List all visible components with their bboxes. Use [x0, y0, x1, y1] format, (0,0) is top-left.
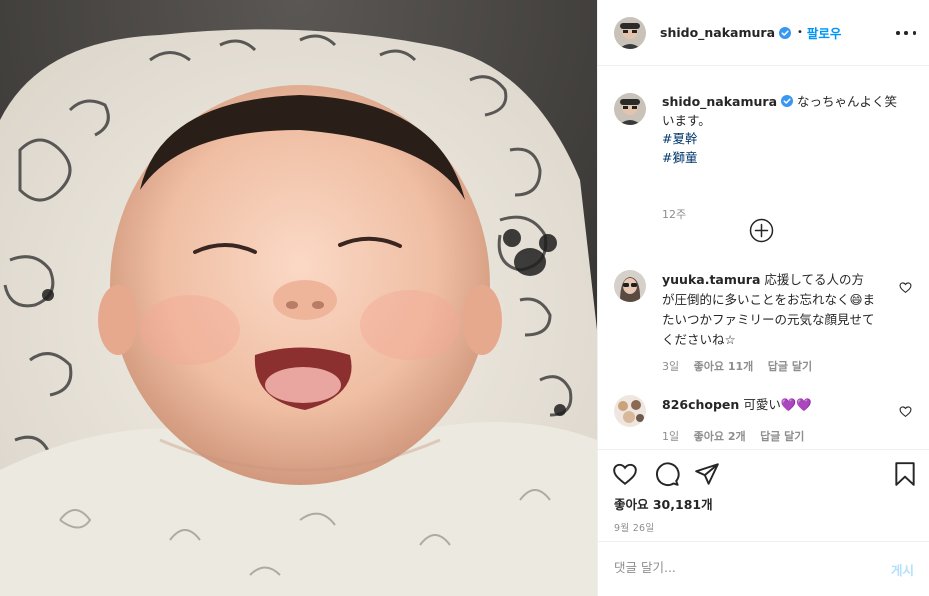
comment-icon[interactable]	[654, 461, 680, 487]
post-sidebar: shido_nakamura • 팔로우 shido_nakamura なっちゃ…	[597, 0, 929, 596]
likes-count[interactable]: 좋아요 30,181개	[614, 494, 713, 513]
comment-input[interactable]	[614, 560, 854, 575]
caption-avatar-image	[614, 93, 646, 125]
hashtag-link[interactable]: #獅童	[662, 149, 898, 168]
heart-icon[interactable]	[899, 281, 912, 294]
comment-text: 可愛い💜💜	[743, 397, 812, 412]
heart-icon[interactable]	[612, 461, 638, 487]
commenter-avatar-image	[614, 270, 646, 302]
post-photo[interactable]	[0, 0, 597, 596]
author-username[interactable]: shido_nakamura	[660, 25, 775, 40]
load-more-icon[interactable]	[749, 218, 774, 243]
commenter-avatar[interactable]	[614, 395, 646, 427]
comment-meta: 1일 좋아요 2개 답글 달기	[662, 428, 815, 444]
author-avatar[interactable]	[614, 16, 646, 49]
verified-icon	[781, 95, 794, 107]
commenter-username[interactable]: yuuka.tamura	[662, 272, 760, 287]
baby-photo-illustration	[0, 0, 597, 596]
bookmark-icon[interactable]	[892, 461, 918, 487]
action-bar: 좋아요 30,181개 9월 26일	[598, 449, 929, 549]
reply-button[interactable]: 답글 달기	[768, 360, 812, 373]
hashtag-link[interactable]: #夏幹	[662, 130, 898, 149]
comments-list[interactable]: shido_nakamura なっちゃんよく笑います。 #夏幹 #獅童 12주	[598, 66, 929, 449]
heart-icon[interactable]	[899, 405, 912, 418]
comment-likes[interactable]: 좋아요 11개	[694, 360, 754, 373]
commenter-username[interactable]: 826chopen	[662, 397, 739, 412]
add-comment-section: 게시	[598, 541, 929, 596]
commenter-avatar-image	[614, 395, 646, 427]
post-date[interactable]: 9월 26일	[614, 520, 654, 534]
separator-dot: •	[797, 27, 803, 38]
caption-author-avatar[interactable]	[614, 93, 646, 125]
follow-button[interactable]: 팔로우	[807, 23, 842, 42]
caption-text-block: shido_nakamura なっちゃんよく笑います。 #夏幹 #獅童	[662, 93, 898, 167]
verified-icon	[779, 26, 792, 39]
instagram-post-view: shido_nakamura • 팔로우 shido_nakamura なっちゃ…	[0, 0, 929, 596]
comment-text-block: yuuka.tamura 応援してる人の方が圧倒的に多いことをお忘れなく😄またい…	[662, 270, 876, 350]
reply-button[interactable]: 답글 달기	[760, 430, 804, 443]
comment-time[interactable]: 3일	[662, 360, 679, 373]
more-options-icon[interactable]	[896, 23, 916, 43]
share-icon[interactable]	[694, 461, 720, 487]
comment-time[interactable]: 1일	[662, 430, 679, 443]
author-avatar-image	[614, 16, 646, 49]
comment-text-block: 826chopen 可愛い💜💜	[662, 395, 876, 415]
commenter-avatar[interactable]	[614, 270, 646, 302]
comment-meta: 3일 좋아요 11개 답글 달기	[662, 358, 823, 374]
caption-timestamp[interactable]: 12주	[662, 206, 686, 222]
caption-username[interactable]: shido_nakamura	[662, 94, 777, 109]
post-header: shido_nakamura • 팔로우	[598, 0, 929, 66]
comment-likes[interactable]: 좋아요 2개	[694, 430, 746, 443]
post-comment-button[interactable]: 게시	[891, 560, 914, 579]
